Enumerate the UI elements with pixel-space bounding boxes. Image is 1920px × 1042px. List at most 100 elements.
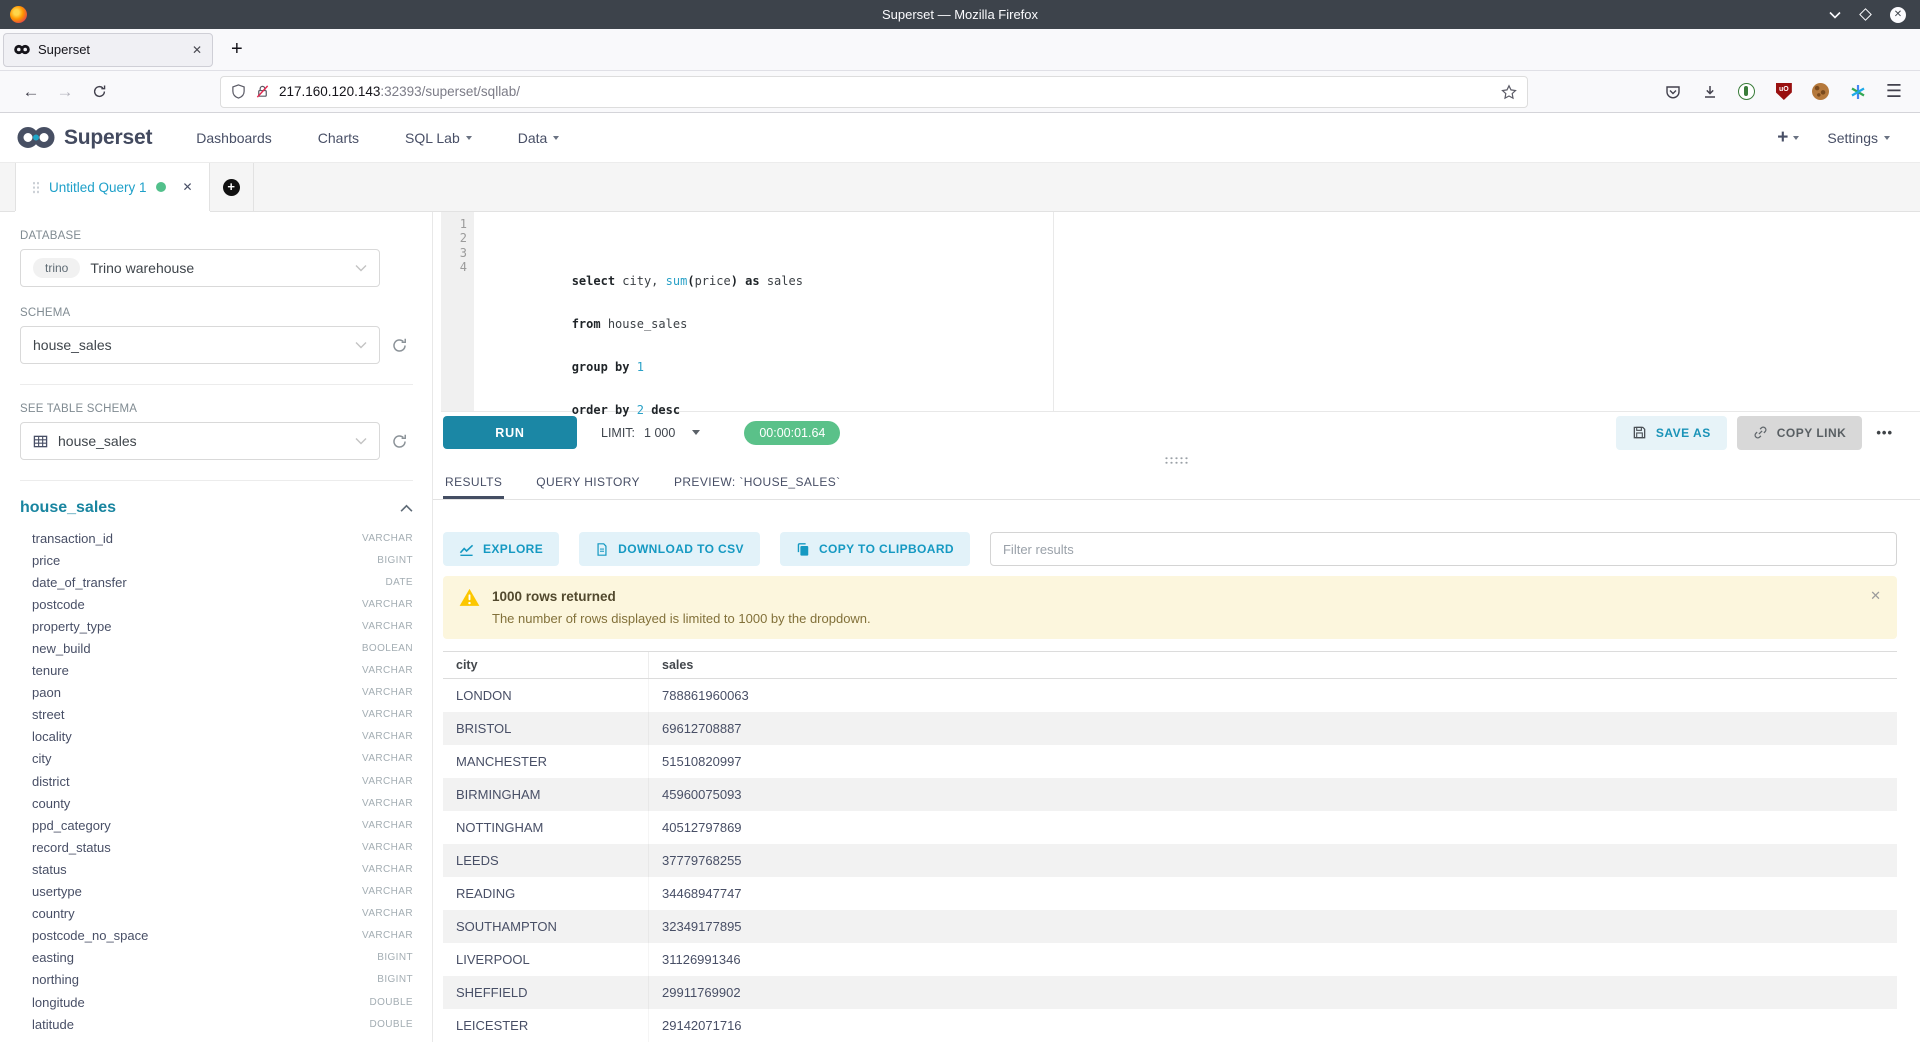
- privacy-badger-icon[interactable]: [1738, 83, 1756, 101]
- close-icon[interactable]: ✕: [1890, 7, 1906, 23]
- copy-clipboard-button[interactable]: COPY TO CLIPBOARD: [780, 532, 970, 566]
- schema-column-row[interactable]: usertype VARCHAR: [20, 881, 413, 903]
- results-tab[interactable]: QUERY HISTORY: [534, 468, 642, 499]
- schema-column-row[interactable]: ppd_category VARCHAR: [20, 814, 413, 836]
- table-row[interactable]: SOUTHAMPTON 32349177895: [443, 910, 1897, 943]
- superset-brand[interactable]: Superset: [16, 125, 152, 150]
- schema-column-row[interactable]: northing BIGINT: [20, 969, 413, 991]
- drag-grip-icon[interactable]: [1164, 456, 1190, 465]
- minimize-icon[interactable]: [1829, 11, 1841, 19]
- sqllab-main: 1234 select city, sum(price) as sales fr…: [433, 212, 1920, 1042]
- schema-column-row[interactable]: tenure VARCHAR: [20, 660, 413, 682]
- reload-icon[interactable]: [82, 84, 116, 99]
- url-bar[interactable]: 217.160.120.143:32393/superset/sqllab/: [220, 76, 1528, 108]
- column-type: VARCHAR: [362, 731, 413, 742]
- query-tab[interactable]: Untitled Query 1 ✕: [15, 163, 210, 211]
- explore-button[interactable]: EXPLORE: [443, 532, 559, 566]
- pocket-icon[interactable]: [1664, 83, 1682, 101]
- schema-column-row[interactable]: locality VARCHAR: [20, 726, 413, 748]
- menu-item[interactable]: SQL Lab: [405, 130, 472, 146]
- filter-results-input[interactable]: [990, 532, 1897, 566]
- download-csv-button[interactable]: DOWNLOAD TO CSV: [579, 532, 760, 566]
- chevron-down-icon: [1884, 136, 1890, 140]
- table-row[interactable]: LEICESTER 29142071716: [443, 1009, 1897, 1042]
- chevron-up-icon[interactable]: [400, 504, 413, 513]
- query-tab-close-icon[interactable]: ✕: [183, 180, 193, 194]
- column-header-sales[interactable]: sales: [649, 658, 693, 672]
- schema-column-row[interactable]: transaction_id VARCHAR: [20, 527, 413, 549]
- column-header-city[interactable]: city: [443, 652, 649, 678]
- downloads-icon[interactable]: [1701, 83, 1719, 101]
- cookie-icon[interactable]: [1812, 83, 1830, 101]
- schema-column-row[interactable]: paon VARCHAR: [20, 682, 413, 704]
- url-text[interactable]: 217.160.120.143:32393/superset/sqllab/: [279, 84, 1492, 99]
- sql-editor[interactable]: 1234 select city, sum(price) as sales fr…: [441, 212, 1920, 412]
- browser-tab-title: Superset: [38, 42, 184, 57]
- ublock-icon[interactable]: uO: [1775, 83, 1793, 101]
- menu-item[interactable]: Dashboards: [196, 130, 272, 146]
- table-row[interactable]: NOTTINGHAM 40512797869: [443, 811, 1897, 844]
- divider: [20, 384, 413, 385]
- drag-handle-icon[interactable]: [32, 181, 40, 194]
- plus-icon: +: [1777, 127, 1788, 149]
- table-row[interactable]: LONDON 788861960063: [443, 679, 1897, 712]
- column-name: status: [32, 862, 67, 877]
- tab-close-icon[interactable]: ✕: [192, 43, 202, 57]
- schema-column-row[interactable]: easting BIGINT: [20, 947, 413, 969]
- schema-column-row[interactable]: postcode VARCHAR: [20, 593, 413, 615]
- code-token: order by: [572, 403, 630, 417]
- new-item-button[interactable]: +: [1777, 127, 1799, 149]
- schema-column-row[interactable]: property_type VARCHAR: [20, 615, 413, 637]
- new-tab-icon[interactable]: +: [231, 38, 243, 61]
- menu-item[interactable]: Charts: [318, 130, 359, 146]
- menu-item[interactable]: Data: [518, 130, 560, 146]
- schema-column-row[interactable]: latitude DOUBLE: [20, 1013, 413, 1035]
- database-select[interactable]: trino Trino warehouse: [20, 249, 380, 287]
- table-row[interactable]: READING 34468947747: [443, 877, 1897, 910]
- back-icon[interactable]: ←: [14, 82, 48, 102]
- bookmark-star-icon[interactable]: [1501, 84, 1517, 100]
- table-row[interactable]: SHEFFIELD 29911769902: [443, 976, 1897, 1009]
- schema-column-row[interactable]: record_status VARCHAR: [20, 836, 413, 858]
- chevron-down-icon: [1793, 136, 1799, 140]
- results-tab[interactable]: RESULTS: [443, 468, 504, 499]
- extension-asterisk-icon[interactable]: [1849, 83, 1867, 101]
- schema-column-row[interactable]: street VARCHAR: [20, 704, 413, 726]
- shield-icon[interactable]: [231, 84, 246, 99]
- settings-menu[interactable]: Settings: [1827, 130, 1890, 146]
- panel-splitter[interactable]: [433, 454, 1920, 469]
- schema-column-row[interactable]: status VARCHAR: [20, 858, 413, 880]
- query-tabs-bar: Untitled Query 1 ✕ +: [0, 163, 1920, 212]
- table-schema-title[interactable]: house_sales: [20, 499, 116, 517]
- schema-column-row[interactable]: country VARCHAR: [20, 903, 413, 925]
- table-row[interactable]: LEEDS 37779768255: [443, 844, 1897, 877]
- forward-icon[interactable]: →: [48, 82, 82, 102]
- table-row[interactable]: LIVERPOOL 31126991346: [443, 943, 1897, 976]
- schema-column-row[interactable]: district VARCHAR: [20, 770, 413, 792]
- schema-column-row[interactable]: date_of_transfer DATE: [20, 571, 413, 593]
- schema-column-row[interactable]: county VARCHAR: [20, 792, 413, 814]
- table-row[interactable]: BIRMINGHAM 45960075093: [443, 778, 1897, 811]
- schema-column-row[interactable]: longitude DOUBLE: [20, 991, 413, 1013]
- schema-column-row[interactable]: price BIGINT: [20, 549, 413, 571]
- schema-select[interactable]: house_sales: [20, 326, 380, 364]
- refresh-icon[interactable]: [391, 337, 408, 354]
- schema-column-row[interactable]: postcode_no_space VARCHAR: [20, 925, 413, 947]
- table-row[interactable]: MANCHESTER 51510820997: [443, 745, 1897, 778]
- schema-column-row[interactable]: city VARCHAR: [20, 748, 413, 770]
- column-name: street: [32, 707, 65, 722]
- schema-column-row[interactable]: new_build BOOLEAN: [20, 637, 413, 659]
- menu-icon[interactable]: ☰: [1886, 81, 1902, 102]
- results-tab[interactable]: PREVIEW: `HOUSE_SALES`: [672, 468, 843, 499]
- table-row[interactable]: BRISTOL 69612708887: [443, 712, 1897, 745]
- schema-label: SCHEMA: [20, 307, 412, 319]
- column-name: paon: [32, 685, 61, 700]
- alert-close-icon[interactable]: ✕: [1870, 588, 1881, 604]
- editor-code[interactable]: select city, sum(price) as sales from ho…: [474, 212, 1920, 411]
- browser-tab[interactable]: Superset ✕: [3, 33, 213, 67]
- add-query-tab-button[interactable]: +: [210, 163, 254, 211]
- maximize-icon[interactable]: [1859, 8, 1872, 21]
- lock-slash-icon[interactable]: [255, 84, 270, 99]
- table-select[interactable]: house_sales: [20, 422, 380, 460]
- refresh-icon[interactable]: [391, 433, 408, 450]
